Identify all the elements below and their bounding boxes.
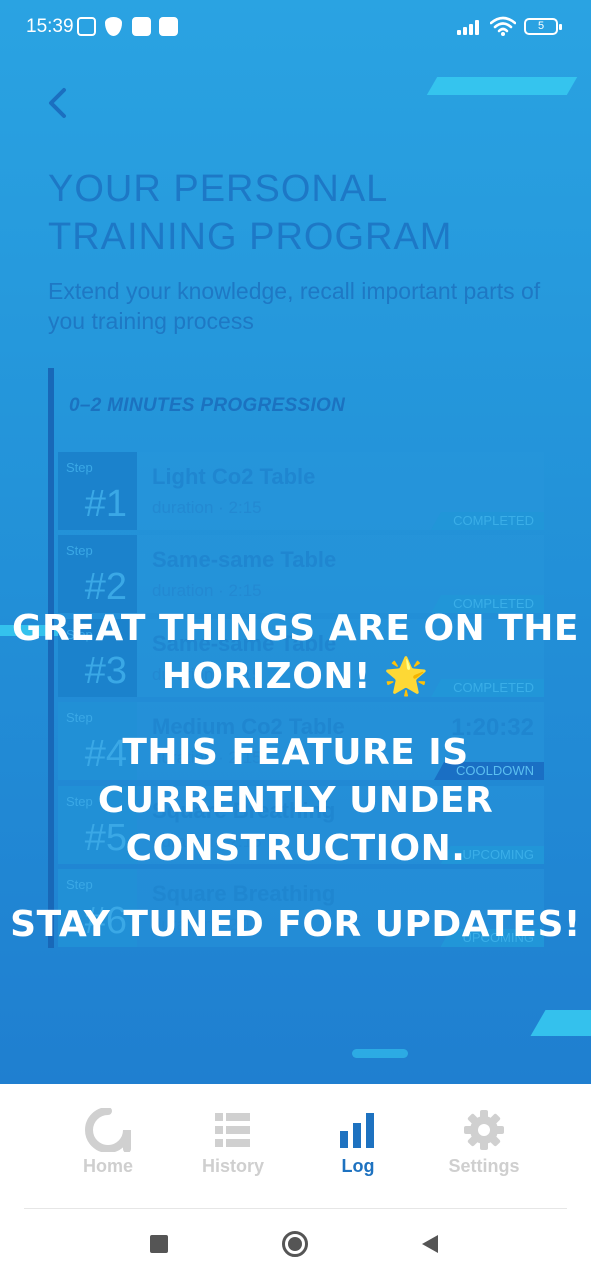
step-card[interactable]: Step #2 Same-same Table duration · 2:15 … <box>58 535 544 613</box>
vpn-shield-icon <box>105 17 122 36</box>
nav-tab-home[interactable]: Home <box>48 1106 168 1177</box>
step-badge: Step #2 <box>58 535 137 613</box>
signal-icon <box>457 17 483 35</box>
back-triangle-icon[interactable] <box>420 1234 440 1254</box>
overlay-construction-text: THIS FEATURE IS CURRENTLY UNDER CONSTRUC… <box>97 732 494 869</box>
step-number: #1 <box>84 483 127 525</box>
step-body: Light Co2 Table duration · 2:15 COMPLETE… <box>137 452 544 530</box>
nav-tab-history[interactable]: History <box>173 1106 293 1177</box>
page-title: YOUR PERSONAL TRAINING PROGRAM <box>48 168 453 258</box>
list-icon <box>215 1113 250 1147</box>
battery-level: 5 <box>537 20 545 32</box>
step-status-badge: COMPLETED <box>431 512 544 530</box>
chevron-left-icon <box>49 88 66 118</box>
nav-label-log: Log <box>341 1156 375 1176</box>
nav-label-settings: Settings <box>448 1156 520 1176</box>
step-badge: Step #1 <box>58 452 137 530</box>
step-duration: duration · 2:15 <box>152 498 262 517</box>
status-time: 15:39 <box>26 16 74 37</box>
decor-stripe-bottom <box>352 1049 408 1058</box>
step-label: Step <box>66 460 93 475</box>
decor-stripe-top <box>426 77 578 95</box>
nav-label-home: Home <box>82 1156 133 1176</box>
back-button[interactable] <box>44 86 74 120</box>
bar-chart-icon <box>340 1113 374 1148</box>
program-heading: 0–2 MINUTES PROGRESSION <box>69 395 346 416</box>
camera-icon <box>159 17 178 36</box>
overlay-horizon-text: GREAT THINGS ARE ON THE HORIZON! 🌟 <box>12 608 579 697</box>
decor-stripe-right <box>530 1010 591 1036</box>
recents-square-icon[interactable] <box>150 1235 168 1253</box>
battery-icon: 5 <box>524 18 562 35</box>
training-screen: 15:39 5 YOUR PERSONAL TRAINING PROGRAM E… <box>0 0 591 1084</box>
under-construction-overlay: GREAT THINGS ARE ON THE HORIZON! 🌟 THIS … <box>0 605 591 949</box>
step-card[interactable]: Step #1 Light Co2 Table duration · 2:15 … <box>58 452 544 530</box>
app-notification-icon <box>132 17 151 36</box>
step-number: #2 <box>84 566 127 608</box>
step-duration: duration · 2:15 <box>152 581 262 600</box>
step-label: Step <box>66 543 93 558</box>
overlay-stay-tuned-text: STAY TUNED FOR UPDATES! <box>10 904 581 945</box>
status-bar: 15:39 5 <box>0 0 591 56</box>
step-name: Light Co2 Table <box>152 464 316 489</box>
nfc-icon <box>77 17 96 36</box>
page-subtitle: Extend your knowledge, recall important … <box>48 278 541 334</box>
step-name: Same-same Table <box>152 547 337 572</box>
nav-tab-settings[interactable]: Settings <box>424 1106 544 1177</box>
nav-label-history: History <box>201 1156 264 1176</box>
bottom-navigation: Home History Log Settings <box>0 1084 591 1208</box>
gear-icon <box>464 1110 504 1150</box>
wifi-icon <box>490 16 516 36</box>
nav-tab-log[interactable]: Log <box>298 1106 418 1177</box>
home-logo-icon <box>85 1108 131 1152</box>
home-circle-icon[interactable] <box>282 1231 308 1257</box>
system-navigation-bar <box>0 1209 591 1280</box>
step-body: Same-same Table duration · 2:15 COMPLETE… <box>137 535 544 613</box>
